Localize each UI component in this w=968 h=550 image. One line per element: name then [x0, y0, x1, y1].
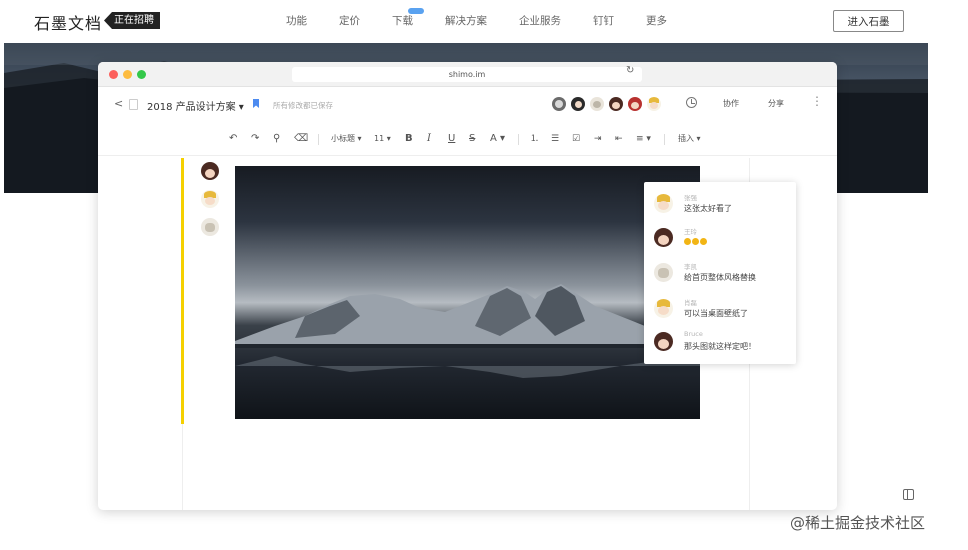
- sidebar-toggle-icon[interactable]: [903, 489, 914, 500]
- avatar: [654, 263, 673, 282]
- comment-author: 张强: [684, 194, 697, 202]
- emoji-icon: [684, 238, 691, 245]
- nav-solutions[interactable]: 解决方案: [445, 13, 487, 28]
- comment-highlight-bar: [181, 158, 184, 424]
- bullet-list-icon[interactable]: ☰: [551, 133, 559, 145]
- clear-format-icon[interactable]: ⌫: [294, 133, 308, 145]
- underline-button[interactable]: U: [448, 133, 455, 145]
- avatar[interactable]: [201, 162, 219, 180]
- comment-text: 可以当桌面壁纸了: [684, 309, 748, 318]
- collaborator-avatars: [552, 97, 666, 111]
- font-size-select[interactable]: 11 ▾: [374, 133, 391, 145]
- nav-download[interactable]: 下载: [392, 8, 424, 28]
- avatar: [654, 299, 673, 318]
- outdent-icon[interactable]: ⇤: [615, 133, 623, 145]
- collaborate-button[interactable]: 协作: [723, 98, 739, 109]
- avatar[interactable]: [647, 97, 661, 111]
- format-painter-icon[interactable]: ⚲: [273, 133, 280, 145]
- new-badge: [408, 8, 424, 14]
- avatar: [654, 194, 673, 213]
- avatar[interactable]: [201, 190, 219, 208]
- align-select[interactable]: ≡ ▾: [636, 133, 651, 145]
- avatar: [654, 332, 673, 351]
- hiring-badge[interactable]: 正在招聘: [104, 12, 160, 29]
- nav-more[interactable]: 更多: [646, 13, 667, 28]
- reload-icon[interactable]: ↻: [626, 65, 634, 76]
- comment-text: 给首页整体风格替换: [684, 273, 756, 282]
- undo-icon[interactable]: ↶: [229, 133, 237, 145]
- comment-item[interactable]: 肖磊 可以当桌面壁纸了: [654, 297, 794, 325]
- paragraph-style-select[interactable]: 小标题 ▾: [331, 133, 362, 145]
- comments-panel: 张强 这张太好看了 王玲 李凯 给首页整体风格替换 肖磊 可以当桌面壁纸了 Br…: [644, 182, 796, 364]
- browser-titlebar: shimo.im ↻: [98, 62, 837, 87]
- document-icon: [129, 99, 138, 110]
- toolbar-divider: [518, 134, 519, 145]
- italic-button[interactable]: I: [427, 133, 431, 145]
- mountain-photo: [235, 284, 700, 378]
- comment-author: 李凯: [684, 263, 697, 271]
- minimize-dot[interactable]: [123, 70, 132, 79]
- avatar[interactable]: [628, 97, 642, 111]
- enter-shimo-button[interactable]: 进入石墨: [833, 10, 904, 32]
- bookmark-icon[interactable]: [253, 99, 259, 108]
- nav-dingtalk[interactable]: 钉钉: [593, 13, 614, 28]
- nav-features[interactable]: 功能: [286, 13, 307, 28]
- more-icon[interactable]: ⋮: [811, 94, 823, 108]
- url-bar[interactable]: shimo.im: [292, 67, 642, 82]
- back-icon[interactable]: <: [114, 97, 123, 110]
- comment-emojis: [684, 237, 708, 246]
- comment-item[interactable]: 李凯 给首页整体风格替换: [654, 261, 794, 289]
- nav-pricing[interactable]: 定价: [339, 13, 360, 28]
- avatar[interactable]: [571, 97, 585, 111]
- document-image[interactable]: [235, 166, 700, 419]
- emoji-icon: [700, 238, 707, 245]
- indent-icon[interactable]: ⇥: [594, 133, 602, 145]
- doc-header: < 2018 产品设计方案 ▾ 所有修改都已保存 协作 分享 ⋮: [98, 88, 837, 122]
- comment-author: 肖磊: [684, 299, 697, 307]
- avatar: [654, 228, 673, 247]
- avatar[interactable]: [201, 218, 219, 236]
- strikethrough-button[interactable]: S: [469, 133, 475, 145]
- toolbar-divider: [664, 134, 665, 145]
- comment-item[interactable]: Bruce 那头图就这样定吧！: [654, 330, 794, 358]
- watermark: @稀土掘金技术社区: [790, 514, 926, 532]
- comment-author: Bruce: [684, 330, 703, 338]
- comment-text: 那头图就这样定吧！: [684, 342, 756, 351]
- comment-item[interactable]: 张强 这张太好看了: [654, 192, 794, 220]
- close-dot[interactable]: [109, 70, 118, 79]
- comment-author: 王玲: [684, 228, 697, 236]
- format-toolbar: ↶ ↷ ⚲ ⌫ 小标题 ▾ 11 ▾ B I U S A ▾ ⒈ ☰ ☑ ⇥ ⇤…: [98, 124, 837, 156]
- site-logo[interactable]: 石墨文档: [34, 10, 102, 34]
- comment-text: 这张太好看了: [684, 204, 732, 213]
- site-header: 石墨文档 正在招聘 功能 定价 下载 解决方案 企业服务 钉钉 更多 进入石墨: [0, 0, 968, 42]
- maximize-dot[interactable]: [137, 70, 146, 79]
- avatar[interactable]: [609, 97, 623, 111]
- bold-button[interactable]: B: [405, 133, 413, 145]
- redo-icon[interactable]: ↷: [251, 133, 259, 145]
- comment-item[interactable]: 王玲: [654, 226, 794, 254]
- clock-icon[interactable]: [686, 97, 697, 108]
- doc-title[interactable]: 2018 产品设计方案 ▾: [147, 98, 244, 113]
- avatar[interactable]: [590, 97, 604, 111]
- checklist-icon[interactable]: ☑: [572, 133, 580, 145]
- site-nav: 功能 定价 下载 解决方案 企业服务 钉钉 更多: [286, 8, 699, 28]
- nav-enterprise[interactable]: 企业服务: [519, 13, 561, 28]
- ordered-list-icon[interactable]: ⒈: [530, 133, 539, 145]
- save-status: 所有修改都已保存: [273, 101, 333, 110]
- nav-download-label: 下载: [392, 15, 413, 27]
- avatar[interactable]: [552, 97, 566, 111]
- share-button[interactable]: 分享: [768, 98, 784, 109]
- emoji-icon: [692, 238, 699, 245]
- toolbar-divider: [318, 134, 319, 145]
- font-color-button[interactable]: A ▾: [490, 133, 505, 145]
- insert-menu[interactable]: 插入 ▾: [678, 133, 701, 145]
